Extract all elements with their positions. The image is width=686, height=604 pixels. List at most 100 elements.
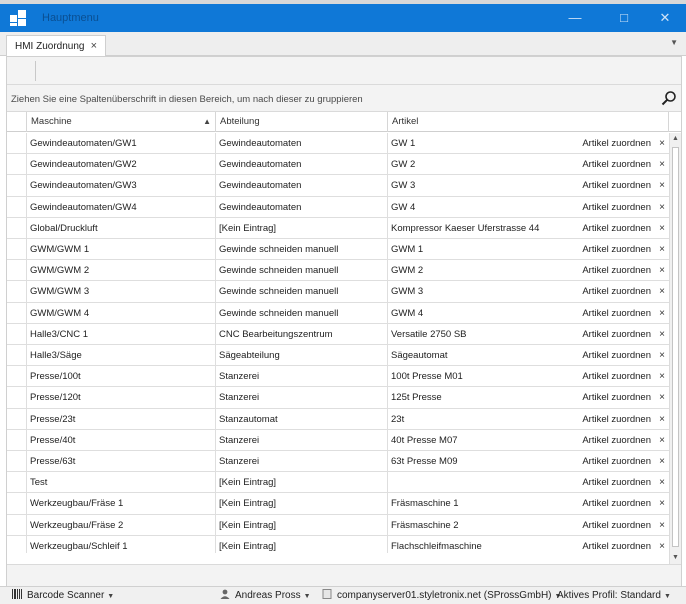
clear-icon[interactable]: × [659, 175, 665, 196]
cell-abteilung[interactable]: [Kein Eintrag] [216, 493, 388, 515]
row-indicator[interactable] [7, 535, 27, 553]
vertical-scrollbar[interactable]: ▲ ▼ [669, 133, 681, 564]
cell-artikel[interactable]: GWM 3 Artikel zuordnen × [388, 281, 669, 302]
cell-maschine[interactable]: Werkzeugbau/Schleif 1 [27, 535, 216, 553]
row-indicator[interactable] [7, 366, 27, 388]
cell-maschine[interactable]: Presse/40t [27, 429, 216, 451]
clear-icon[interactable]: × [659, 472, 665, 493]
row-indicator[interactable] [7, 323, 27, 345]
cell-maschine[interactable]: GWM/GWM 2 [27, 260, 216, 282]
profile-dropdown[interactable]: Aktives Profil: Standard ▼ [557, 589, 671, 603]
cell-maschine[interactable]: Halle3/Säge [27, 345, 216, 366]
clear-icon[interactable]: × [659, 324, 665, 345]
row-indicator[interactable] [7, 429, 27, 451]
table-row[interactable]: Gewindeautomaten/GW1 Gewindeautomaten GW 1… [7, 133, 669, 155]
cell-abteilung[interactable]: CNC Bearbeitungszentrum [216, 323, 388, 345]
clear-icon[interactable]: × [659, 260, 665, 281]
table-row[interactable]: Presse/100t Stanzerei 100t Presse M01 Artik… [7, 366, 669, 388]
table-row[interactable]: Werkzeugbau/Fräse 1 [Kein Eintrag] Fräsmas… [7, 493, 669, 515]
cell-maschine[interactable]: Werkzeugbau/Fräse 1 [27, 493, 216, 515]
table-row[interactable]: Gewindeautomaten/GW2 Gewindeautomaten GW 2… [7, 154, 669, 176]
cell-abteilung[interactable]: Gewindeautomaten [216, 175, 388, 197]
cell-artikel[interactable]: Sägeautomat Artikel zuordnen × [388, 345, 669, 366]
assign-article-button[interactable]: Artikel zuordnen [582, 133, 651, 154]
cell-maschine[interactable]: Global/Druckluft [27, 217, 216, 239]
row-indicator[interactable] [7, 493, 27, 515]
cell-abteilung[interactable]: Gewinde schneiden manuell [216, 302, 388, 324]
assign-article-button[interactable]: Artikel zuordnen [582, 366, 651, 387]
row-indicator[interactable] [7, 239, 27, 260]
row-indicator[interactable] [7, 154, 27, 176]
row-indicator[interactable] [7, 345, 27, 366]
cell-abteilung[interactable]: [Kein Eintrag] [216, 472, 388, 494]
row-indicator[interactable] [7, 514, 27, 536]
cell-maschine[interactable]: Gewindeautomaten/GW3 [27, 175, 216, 197]
table-row[interactable]: Werkzeugbau/Schleif 1 [Kein Eintrag] Flach… [7, 535, 669, 553]
row-indicator[interactable] [7, 408, 27, 430]
cell-maschine[interactable]: Werkzeugbau/Fräse 2 [27, 514, 216, 536]
cell-artikel[interactable]: Fräsmaschine 1 Artikel zuordnen × [388, 493, 669, 514]
table-row[interactable]: Presse/23t Stanzautomat 23t Artikel zuordne… [7, 408, 669, 430]
row-indicator[interactable] [7, 175, 27, 197]
cell-artikel[interactable]: Versatile 2750 SB Artikel zuordnen × [388, 324, 669, 345]
clear-icon[interactable]: × [659, 218, 665, 239]
cell-maschine[interactable]: Gewindeautomaten/GW1 [27, 133, 216, 154]
assign-article-button[interactable]: Artikel zuordnen [582, 430, 651, 451]
barcode-scanner-dropdown[interactable]: Barcode Scanner ▼ [12, 589, 114, 603]
assign-article-button[interactable]: Artikel zuordnen [582, 409, 651, 430]
cell-abteilung[interactable]: Gewinde schneiden manuell [216, 260, 388, 282]
cell-maschine[interactable]: Gewindeautomaten/GW2 [27, 154, 216, 176]
cell-artikel[interactable]: Kompressor Kaeser Uferstrasse 44 Artikel … [388, 218, 669, 239]
table-row[interactable]: GWM/GWM 4 Gewinde schneiden manuell GWM 4 A… [7, 302, 669, 324]
chevron-down-icon[interactable]: ▼ [670, 38, 678, 47]
cell-maschine[interactable]: Presse/63t [27, 451, 216, 472]
window-close-button[interactable]: ✕ [648, 8, 682, 28]
cell-artikel[interactable]: 40t Presse M07 Artikel zuordnen × [388, 430, 669, 451]
table-row[interactable]: GWM/GWM 1 Gewinde schneiden manuell GWM 1 A… [7, 239, 669, 261]
row-indicator[interactable] [7, 387, 27, 409]
assign-article-button[interactable]: Artikel zuordnen [582, 175, 651, 196]
cell-artikel[interactable]: Flachschleifmaschine Artikel zuordnen × [388, 536, 669, 553]
column-header-artikel[interactable]: Artikel [388, 112, 669, 132]
scroll-up-icon[interactable]: ▲ [670, 133, 681, 145]
clear-icon[interactable]: × [659, 154, 665, 175]
cell-artikel[interactable]: 23t Artikel zuordnen × [388, 409, 669, 430]
cell-artikel[interactable]: GWM 2 Artikel zuordnen × [388, 260, 669, 281]
maximize-button[interactable]: □ [607, 8, 641, 28]
cell-artikel[interactable]: 63t Presse M09 Artikel zuordnen × [388, 451, 669, 472]
title-bar[interactable]: Hauptmenu — □ ✕ [0, 4, 686, 32]
cell-maschine[interactable]: Presse/23t [27, 408, 216, 430]
search-icon[interactable] [661, 90, 677, 106]
cell-maschine[interactable]: GWM/GWM 4 [27, 302, 216, 324]
table-row[interactable]: GWM/GWM 2 Gewinde schneiden manuell GWM 2 A… [7, 260, 669, 282]
cell-artikel[interactable]: GWM 4 Artikel zuordnen × [388, 303, 669, 324]
table-row[interactable]: Gewindeautomaten/GW3 Gewindeautomaten GW 3… [7, 175, 669, 197]
clear-icon[interactable]: × [659, 387, 665, 408]
clear-icon[interactable]: × [659, 430, 665, 451]
cell-artikel[interactable]: GW 3 Artikel zuordnen × [388, 175, 669, 196]
cell-abteilung[interactable]: [Kein Eintrag] [216, 217, 388, 239]
clear-icon[interactable]: × [659, 366, 665, 387]
cell-artikel[interactable]: 125t Presse Artikel zuordnen × [388, 387, 669, 408]
clear-icon[interactable]: × [659, 281, 665, 302]
clear-icon[interactable]: × [659, 515, 665, 536]
table-row[interactable]: Presse/40t Stanzerei 40t Presse M07 Artikel… [7, 429, 669, 451]
cell-abteilung[interactable]: Stanzerei [216, 429, 388, 451]
row-indicator[interactable] [7, 196, 27, 218]
column-header-maschine[interactable]: Maschine ▲ [27, 112, 216, 132]
table-row[interactable]: Werkzeugbau/Fräse 2 [Kein Eintrag] Fräsmas… [7, 514, 669, 536]
table-row[interactable]: Halle3/Säge Sägeabteilung Sägeautomat Artik… [7, 345, 669, 367]
cell-abteilung[interactable]: Gewindeautomaten [216, 133, 388, 154]
assign-article-button[interactable]: Artikel zuordnen [582, 197, 651, 218]
cell-abteilung[interactable]: Gewindeautomaten [216, 196, 388, 218]
cell-maschine[interactable]: Halle3/CNC 1 [27, 323, 216, 345]
row-indicator[interactable] [7, 451, 27, 472]
column-header-abteilung[interactable]: Abteilung [216, 112, 388, 132]
minimize-button[interactable]: — [558, 8, 592, 28]
clear-icon[interactable]: × [659, 197, 665, 218]
clear-icon[interactable]: × [659, 133, 665, 154]
assign-article-button[interactable]: Artikel zuordnen [582, 303, 651, 324]
cell-maschine[interactable]: GWM/GWM 3 [27, 281, 216, 303]
scroll-down-icon[interactable]: ▼ [670, 552, 681, 564]
cell-abteilung[interactable]: Gewinde schneiden manuell [216, 239, 388, 260]
